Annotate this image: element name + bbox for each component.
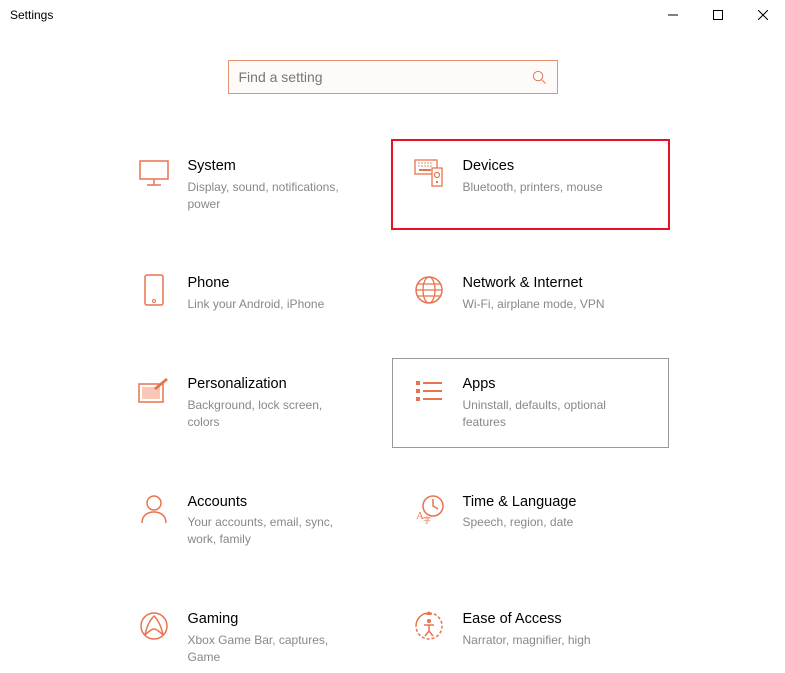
search-box[interactable]	[228, 60, 558, 94]
tile-title: System	[188, 157, 373, 176]
apps-icon	[413, 375, 445, 407]
search-input[interactable]	[239, 69, 532, 85]
tile-title: Gaming	[188, 610, 373, 629]
phone-icon	[138, 274, 170, 306]
tile-desc: Bluetooth, printers, mouse	[463, 179, 623, 196]
tile-desc: Narrator, magnifier, high	[463, 632, 623, 649]
maximize-icon	[713, 10, 723, 20]
settings-grid: System Display, sound, notifications, po…	[128, 149, 658, 673]
window-controls	[650, 0, 785, 30]
system-icon	[138, 157, 170, 189]
maximize-button[interactable]	[695, 0, 740, 30]
tile-desc: Your accounts, email, sync, work, family	[188, 514, 348, 548]
tile-title: Network & Internet	[463, 274, 648, 293]
tile-title: Devices	[463, 157, 648, 176]
titlebar: Settings	[0, 0, 785, 30]
tile-phone[interactable]: Phone Link your Android, iPhone	[128, 266, 383, 321]
minimize-button[interactable]	[650, 0, 695, 30]
close-button[interactable]	[740, 0, 785, 30]
search-icon	[532, 70, 547, 85]
tile-ease-of-access[interactable]: Ease of Access Narrator, magnifier, high	[403, 602, 658, 673]
minimize-icon	[668, 10, 678, 20]
tile-personalization[interactable]: Personalization Background, lock screen,…	[128, 367, 383, 438]
tile-desc: Wi-Fi, airplane mode, VPN	[463, 296, 623, 313]
svg-text:字: 字	[423, 515, 431, 524]
globe-icon	[413, 274, 445, 306]
tile-gaming[interactable]: Gaming Xbox Game Bar, captures, Game	[128, 602, 383, 673]
tile-desc: Speech, region, date	[463, 514, 623, 531]
close-icon	[758, 10, 768, 20]
tile-network[interactable]: Network & Internet Wi-Fi, airplane mode,…	[403, 266, 658, 321]
settings-home: System Display, sound, notifications, po…	[0, 30, 785, 673]
tile-title: Phone	[188, 274, 373, 293]
tile-title: Time & Language	[463, 493, 648, 512]
tile-desc: Display, sound, notifications, power	[188, 179, 348, 213]
tile-devices[interactable]: Devices Bluetooth, printers, mouse	[391, 139, 670, 230]
devices-icon	[413, 157, 445, 189]
tile-title: Apps	[463, 375, 648, 394]
tile-title: Ease of Access	[463, 610, 648, 629]
personalization-icon	[138, 375, 170, 407]
tile-desc: Xbox Game Bar, captures, Game	[188, 632, 348, 666]
ease-of-access-icon	[413, 610, 445, 642]
tile-time-language[interactable]: A 字 Time & Language Speech, region, date	[403, 485, 658, 556]
tile-desc: Background, lock screen, colors	[188, 397, 348, 431]
time-language-icon: A 字	[413, 493, 445, 525]
tile-desc: Uninstall, defaults, optional features	[463, 397, 623, 431]
tile-apps[interactable]: Apps Uninstall, defaults, optional featu…	[392, 358, 669, 447]
gaming-icon	[138, 610, 170, 642]
tile-accounts[interactable]: Accounts Your accounts, email, sync, wor…	[128, 485, 383, 556]
tile-desc: Link your Android, iPhone	[188, 296, 348, 313]
tile-title: Accounts	[188, 493, 373, 512]
accounts-icon	[138, 493, 170, 525]
tile-system[interactable]: System Display, sound, notifications, po…	[128, 149, 383, 220]
tile-title: Personalization	[188, 375, 373, 394]
window-title: Settings	[10, 8, 53, 22]
